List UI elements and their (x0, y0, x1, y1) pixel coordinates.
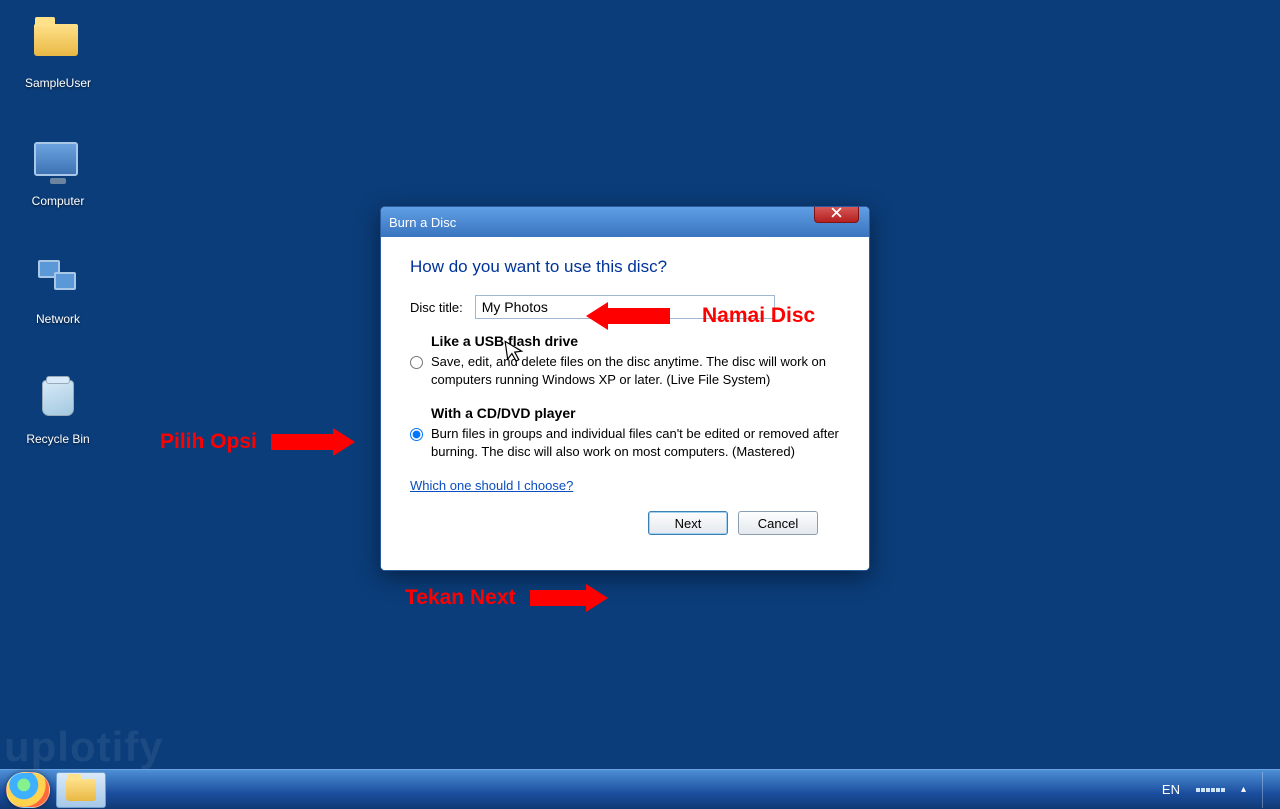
option-usb-desc: Save, edit, and delete files on the disc… (431, 353, 840, 389)
icon-label: Network (18, 312, 98, 326)
option-usb-radio[interactable] (410, 336, 423, 389)
network-icon (34, 260, 82, 308)
folder-icon (34, 24, 82, 72)
taskbar: EN ▴ (0, 769, 1280, 809)
dialog-titlebar[interactable]: Burn a Disc (381, 207, 869, 237)
mouse-cursor-icon (503, 337, 529, 372)
recycle-bin-icon (34, 380, 82, 428)
folder-icon (66, 779, 96, 801)
option-cddvd-desc: Burn files in groups and individual file… (431, 425, 840, 461)
option-cddvd-radio[interactable] (410, 408, 423, 461)
option-usb[interactable]: Like a USB flash drive Save, edit, and d… (410, 333, 840, 389)
desktop-icon-computer[interactable]: Computer (18, 136, 98, 208)
icon-label: Recycle Bin (18, 432, 98, 446)
taskbar-pin-explorer[interactable] (56, 772, 106, 808)
dialog-title: Burn a Disc (389, 215, 456, 230)
annotation-pick-option: Pilih Opsi (160, 430, 333, 454)
tray-chevron-icon[interactable]: ▴ (1237, 780, 1250, 799)
show-desktop-button[interactable] (1262, 772, 1274, 808)
icon-label: Computer (18, 194, 98, 208)
help-link[interactable]: Which one should I choose? (410, 478, 573, 493)
start-button[interactable] (6, 772, 50, 808)
option-cddvd[interactable]: With a CD/DVD player Burn files in group… (410, 405, 840, 461)
watermark: uplotify (4, 723, 164, 771)
annotation-press-next: Tekan Next (405, 586, 586, 610)
computer-icon (34, 142, 82, 190)
icon-label: SampleUser (18, 76, 98, 90)
cancel-button[interactable]: Cancel (738, 511, 818, 535)
disc-title-input[interactable] (475, 295, 775, 319)
close-button[interactable] (814, 206, 859, 223)
desktop-icon-recyclebin[interactable]: Recycle Bin (18, 376, 98, 446)
input-indicator-icon[interactable] (1196, 788, 1225, 792)
disc-title-label: Disc title: (410, 300, 463, 315)
desktop-icon-network[interactable]: Network (18, 256, 98, 326)
burn-disc-dialog: Burn a Disc How do you want to use this … (380, 206, 870, 571)
system-tray: EN ▴ (1158, 772, 1280, 808)
dialog-heading: How do you want to use this disc? (410, 257, 840, 277)
close-icon (831, 207, 842, 218)
option-cddvd-title: With a CD/DVD player (431, 405, 576, 421)
desktop-icon-user[interactable]: SampleUser (18, 14, 98, 90)
language-indicator[interactable]: EN (1158, 780, 1184, 799)
next-button[interactable]: Next (648, 511, 728, 535)
